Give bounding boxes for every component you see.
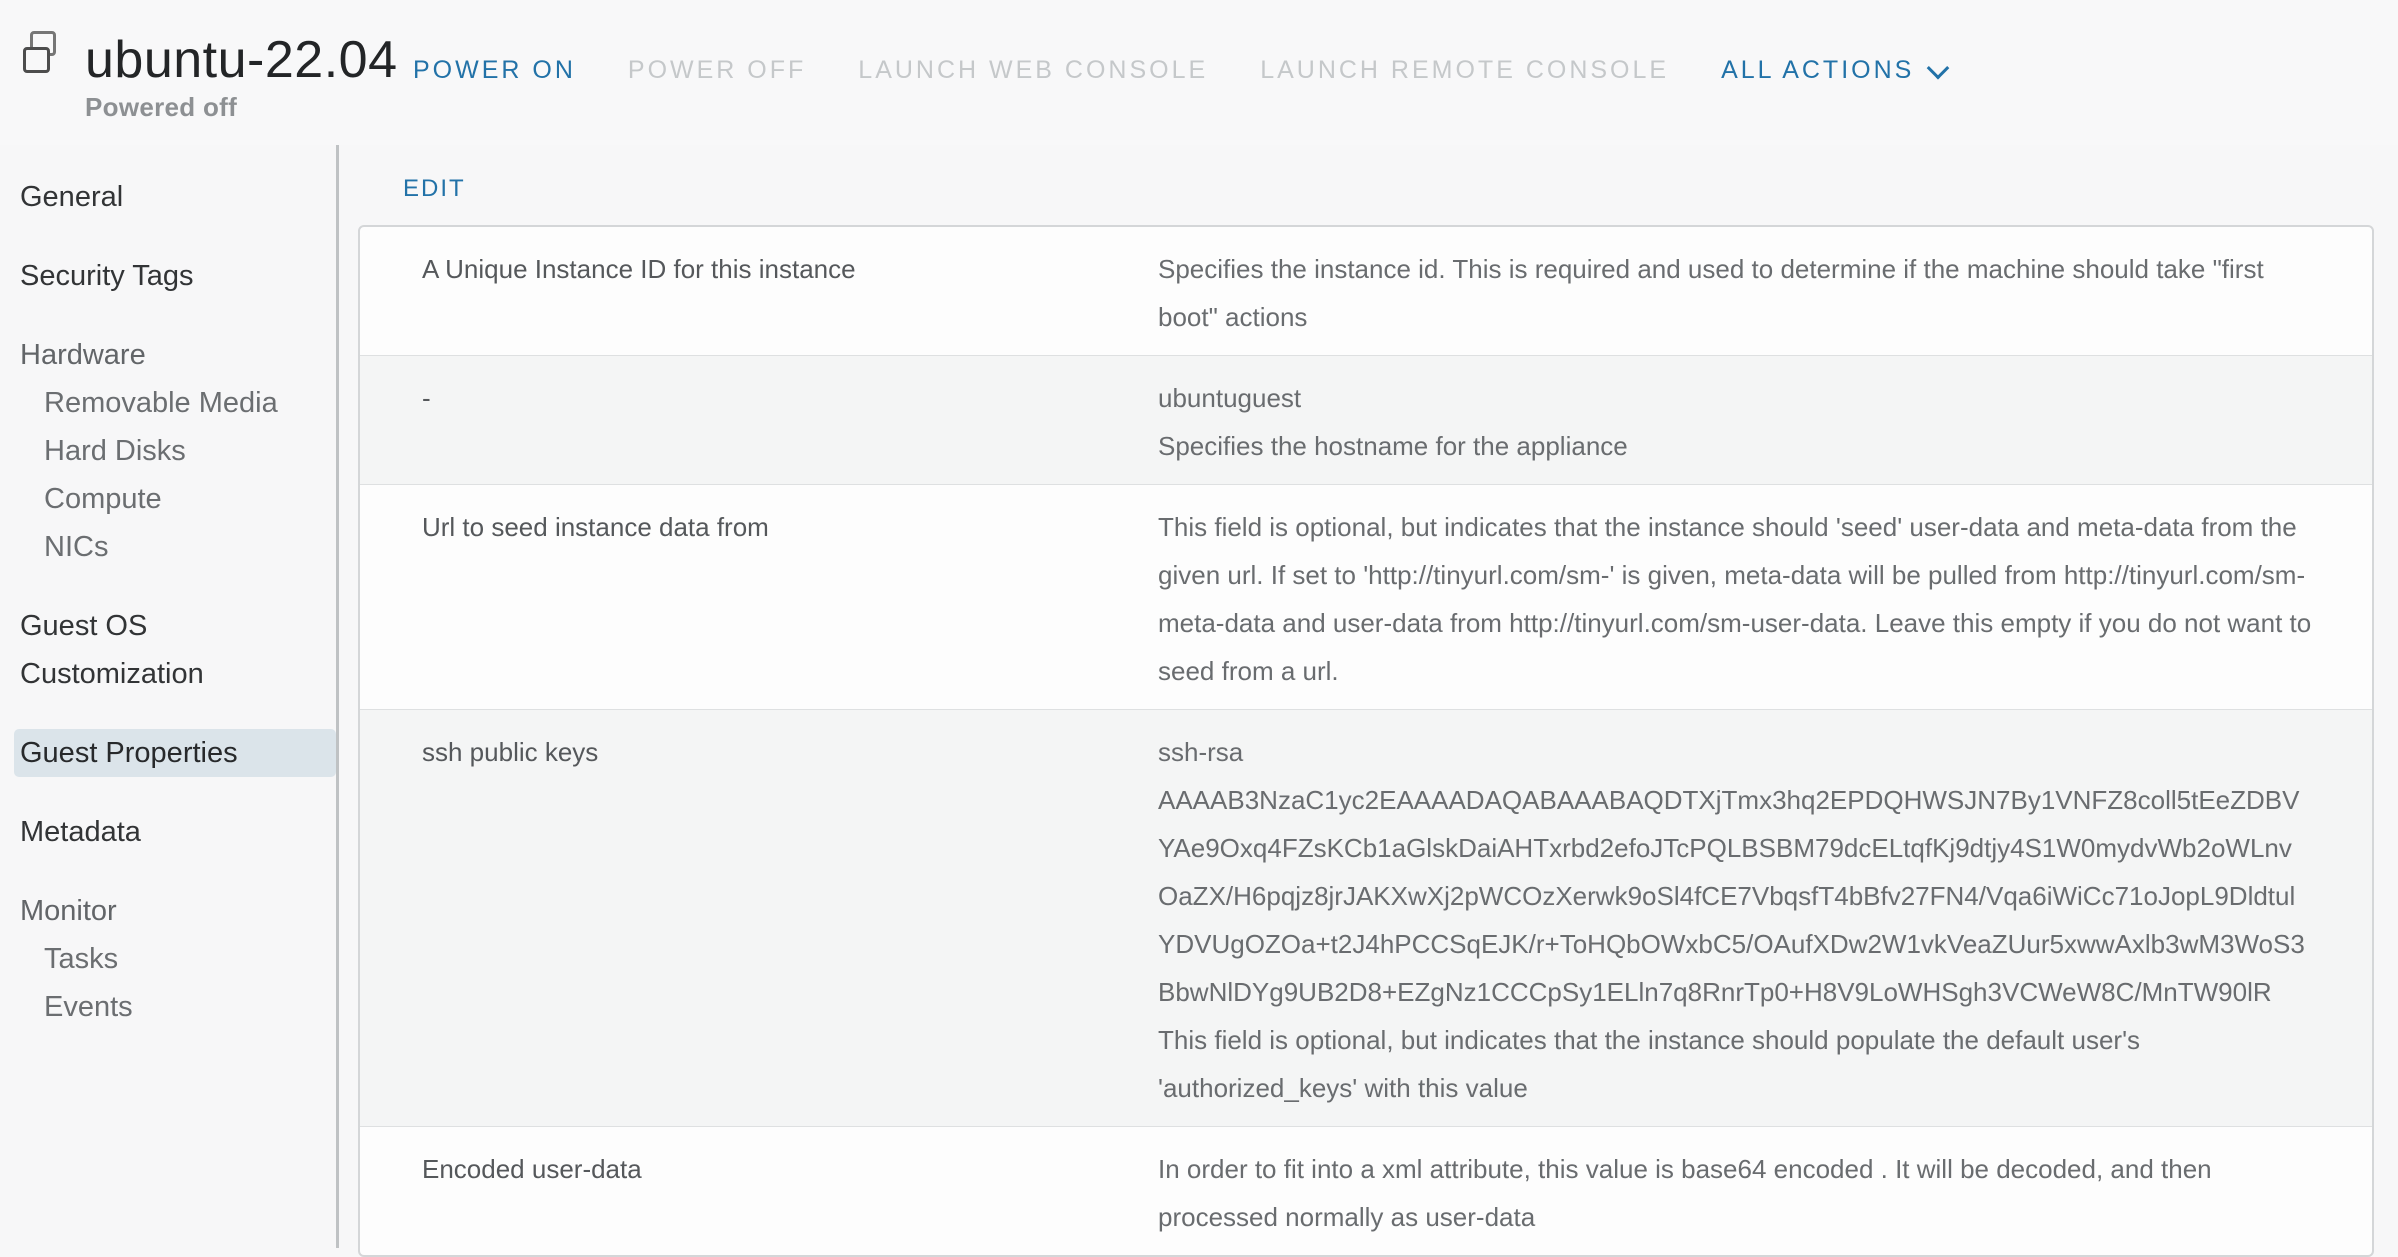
property-value: ubuntuguest Specifies the hostname for t… — [1158, 356, 2372, 484]
vm-title: ubuntu-22.04 — [85, 30, 398, 90]
sidebar-item-metadata[interactable]: Metadata — [0, 808, 336, 856]
power-on-button[interactable]: POWER ON — [413, 56, 576, 85]
launch-web-console-button: LAUNCH WEB CONSOLE — [858, 56, 1208, 85]
ssh-public-key-value: AAAAB3NzaC1yc2EAAAADAQABAAABAQDTXjTmx3hq… — [1158, 776, 2312, 1016]
sidebar-item-hard-disks[interactable]: Hard Disks — [0, 427, 336, 475]
property-value: ssh-rsa AAAAB3NzaC1yc2EAAAADAQABAAABAQDT… — [1158, 710, 2372, 1126]
vm-power-status: Powered off — [85, 92, 237, 123]
sidebar-item-guest-properties[interactable]: Guest Properties — [14, 729, 336, 777]
edit-button[interactable]: EDIT — [403, 175, 466, 203]
property-description: Specifies the hostname for the appliance — [1158, 422, 2312, 470]
table-row: Encoded user-data In order to fit into a… — [360, 1126, 2372, 1255]
table-row: ssh public keys ssh-rsa AAAAB3NzaC1yc2EA… — [360, 709, 2372, 1126]
sidebar-item-guest-os-customization[interactable]: Guest OS Customization — [0, 602, 336, 698]
property-label: - — [360, 356, 1158, 484]
property-description: This field is optional, but indicates th… — [1158, 1016, 2312, 1112]
power-off-button: POWER OFF — [628, 56, 806, 85]
property-label: Encoded user-data — [360, 1127, 1158, 1255]
ssh-key-type: ssh-rsa — [1158, 728, 2312, 776]
property-value: This field is optional, but indicates th… — [1158, 485, 2372, 709]
sidebar-nav-list: General Security Tags Hardware Removable… — [0, 173, 336, 1031]
property-current-value: ubuntuguest — [1158, 374, 2312, 422]
sidebar-item-compute[interactable]: Compute — [0, 475, 336, 523]
vm-icon — [23, 31, 56, 73]
sidebar-item-security-tags[interactable]: Security Tags — [0, 252, 336, 300]
property-value: Specifies the instance id. This is requi… — [1158, 227, 2372, 355]
property-description: In order to fit into a xml attribute, th… — [1158, 1145, 2312, 1241]
property-description: Specifies the instance id. This is requi… — [1158, 245, 2312, 341]
table-row: - ubuntuguest Specifies the hostname for… — [360, 355, 2372, 484]
table-row: Url to seed instance data from This fiel… — [360, 484, 2372, 709]
vm-icon-front-square — [23, 47, 50, 73]
property-description: This field is optional, but indicates th… — [1158, 503, 2312, 695]
table-row: A Unique Instance ID for this instance S… — [360, 227, 2372, 355]
sidebar-item-events[interactable]: Events — [0, 983, 336, 1031]
sidebar-item-general[interactable]: General — [0, 173, 336, 221]
property-label: A Unique Instance ID for this instance — [360, 227, 1158, 355]
sidebar-item-hardware[interactable]: Hardware — [0, 331, 336, 379]
property-value: In order to fit into a xml attribute, th… — [1158, 1127, 2372, 1255]
guest-properties-table: A Unique Instance ID for this instance S… — [358, 225, 2374, 1257]
vm-settings-sidebar: General Security Tags Hardware Removable… — [0, 145, 336, 1248]
chevron-down-icon — [1927, 56, 1950, 79]
sidebar-item-monitor[interactable]: Monitor — [0, 887, 336, 935]
property-label: ssh public keys — [360, 710, 1158, 1126]
all-actions-menu-button[interactable]: ALL ACTIONS — [1721, 56, 1946, 85]
vm-action-bar: POWER ON POWER OFF LAUNCH WEB CONSOLE LA… — [413, 56, 1946, 85]
all-actions-label[interactable]: ALL ACTIONS — [1721, 56, 1914, 85]
launch-remote-console-button: LAUNCH REMOTE CONSOLE — [1260, 56, 1669, 85]
sidebar-item-nics[interactable]: NICs — [0, 523, 336, 571]
sidebar-item-removable-media[interactable]: Removable Media — [0, 379, 336, 427]
vm-header: ubuntu-22.04 Powered off POWER ON POWER … — [0, 0, 2398, 145]
guest-properties-panel: EDIT A Unique Instance ID for this insta… — [339, 145, 2398, 1248]
property-label: Url to seed instance data from — [360, 485, 1158, 709]
sidebar-item-tasks[interactable]: Tasks — [0, 935, 336, 983]
